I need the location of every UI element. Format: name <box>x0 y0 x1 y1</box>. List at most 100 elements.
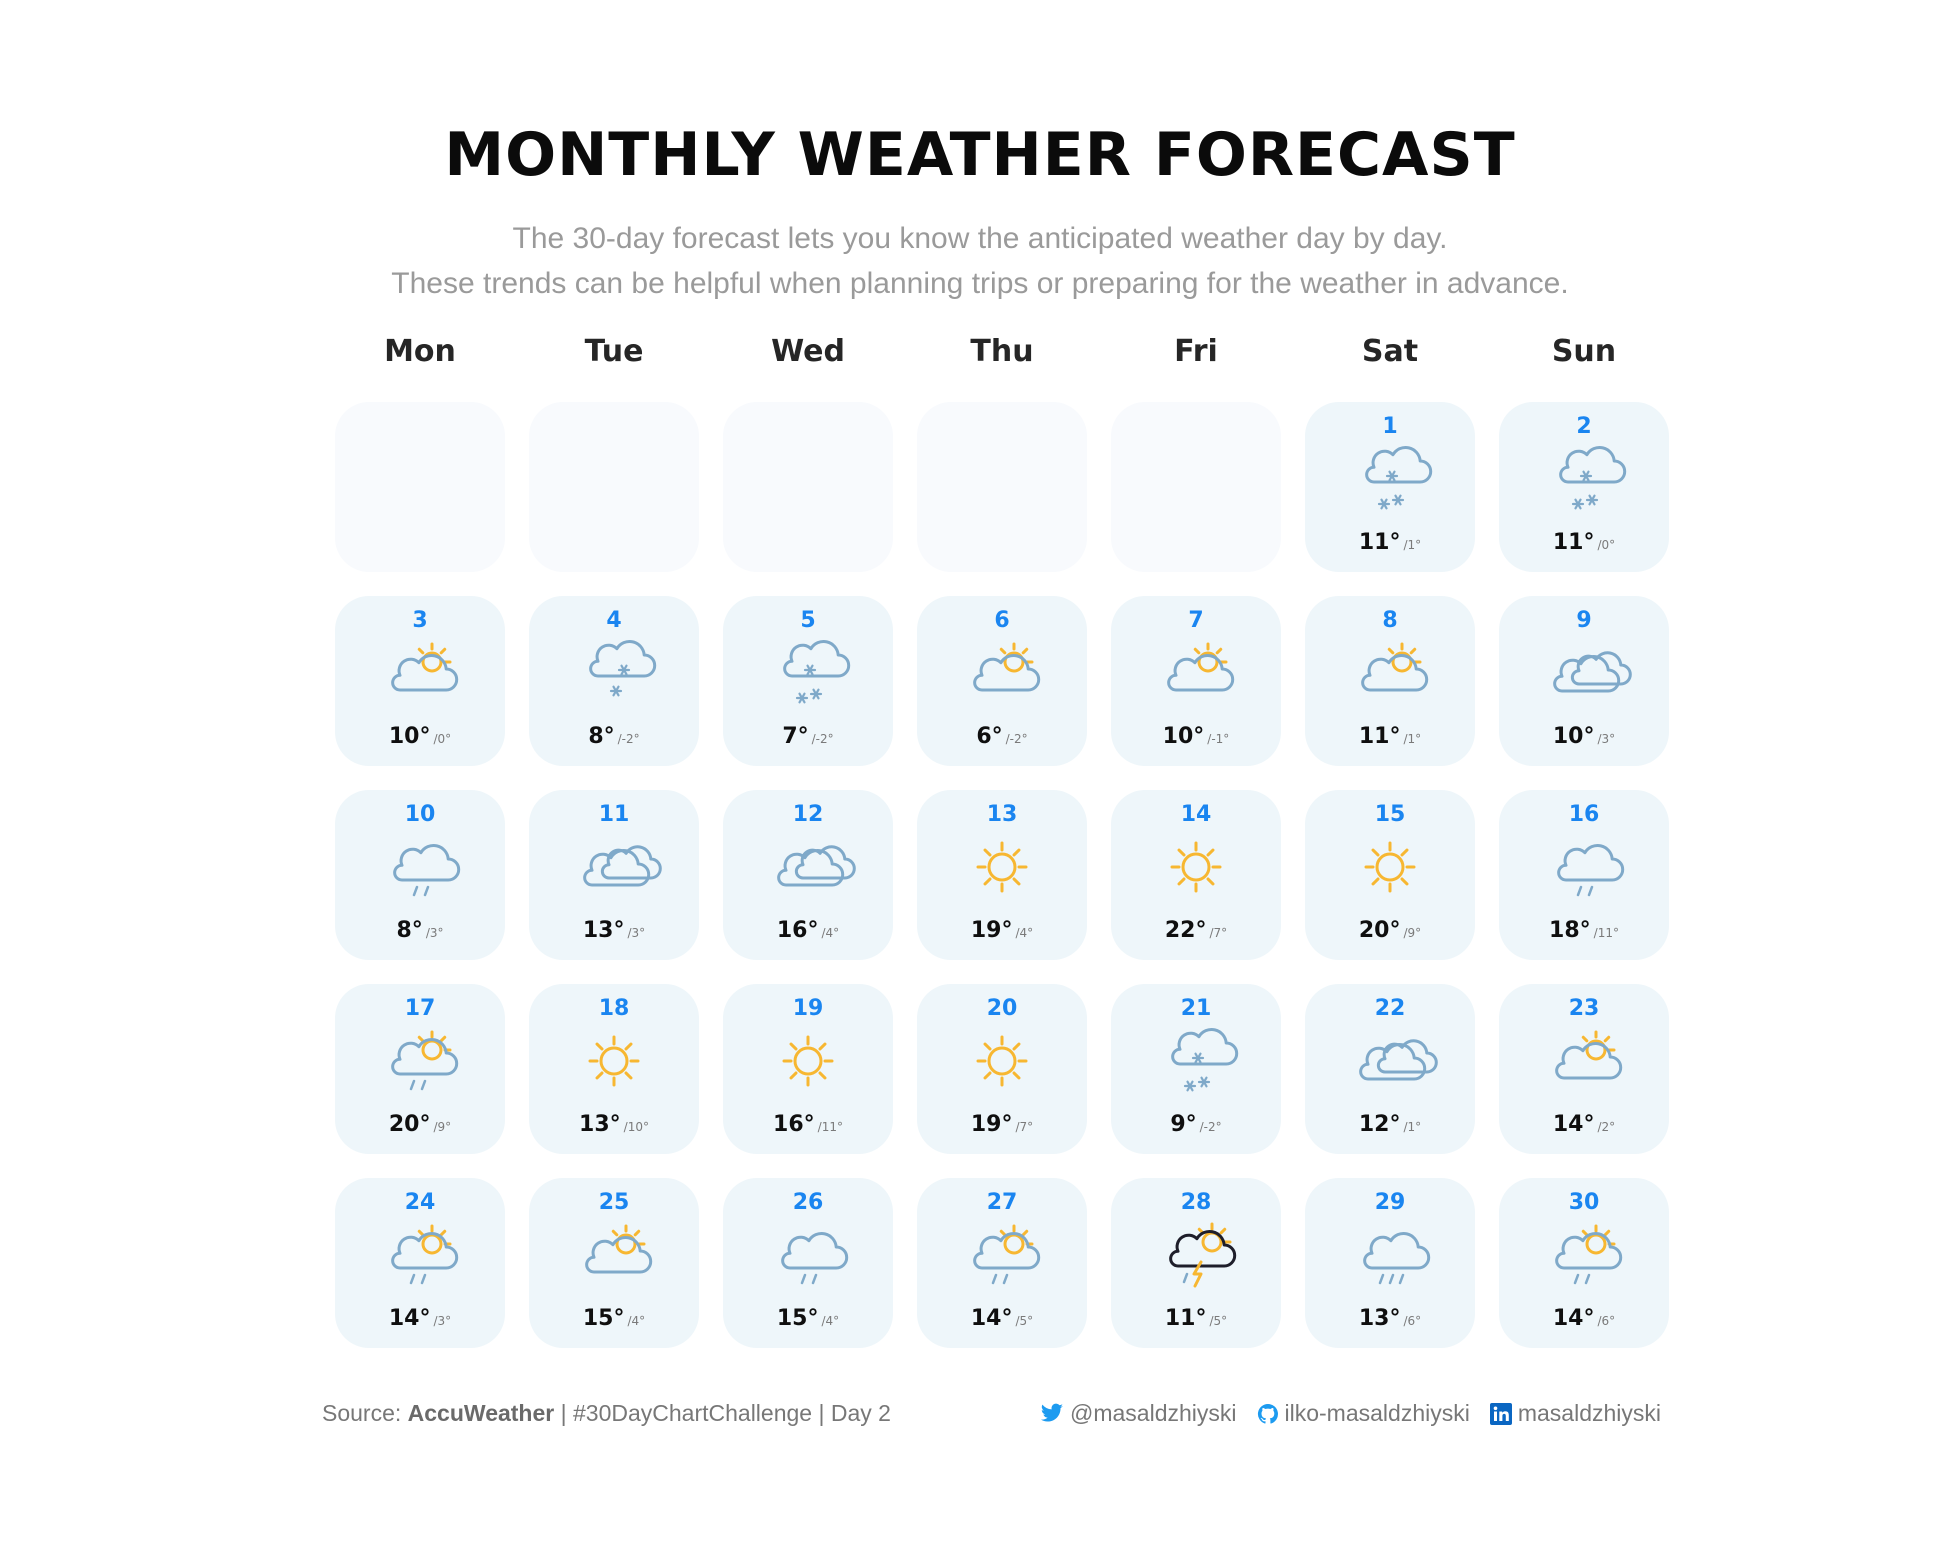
raindrop <box>991 1273 998 1285</box>
temperature-range: 10°/-1° <box>1111 724 1281 749</box>
rain-icon <box>1557 843 1625 897</box>
day-number: 19 <box>792 996 824 1021</box>
social-links: @masaldzhiyski ilko-masaldzhiyski masald… <box>1040 1400 1661 1427</box>
linkedin-link[interactable]: masaldzhiyski <box>1489 1400 1661 1427</box>
low-temp: /0° <box>433 732 452 746</box>
weekday-header-6: Sun <box>1551 334 1617 369</box>
partly-cloudy-icon <box>1361 642 1429 692</box>
low-temp: /6° <box>1597 1314 1616 1328</box>
low-temp: /4° <box>627 1314 646 1328</box>
sun-icon <box>976 1035 1028 1087</box>
temperature-range: 8°/-2° <box>529 724 699 749</box>
empty-day-cell <box>335 402 505 572</box>
raindrop <box>420 1273 427 1285</box>
partly-cloudy-icon <box>1555 1030 1623 1080</box>
twitter-icon <box>1040 1403 1063 1421</box>
weekday-header-3: Thu <box>970 334 1034 369</box>
temperature-range: 11°/1° <box>1305 530 1475 555</box>
day-number: 8 <box>1382 608 1398 633</box>
high-temp: 10° <box>388 724 431 749</box>
subtitle-line-1: The 30-day forecast lets you know the an… <box>512 222 1448 255</box>
day-number: 21 <box>1180 996 1212 1021</box>
cloud-icon <box>1365 445 1433 484</box>
twitter-link[interactable]: @masaldzhiyski <box>1040 1400 1237 1427</box>
github-link[interactable]: ilko-masaldzhiyski <box>1257 1400 1470 1427</box>
source-name: AccuWeather <box>407 1400 555 1426</box>
day-cell: 25 15°/4° <box>529 1178 699 1348</box>
day-cell: 7 10°/-1° <box>1111 596 1281 766</box>
weekday-header-2: Wed <box>771 334 845 369</box>
day-number: 10 <box>404 802 436 827</box>
day-number: 26 <box>792 1190 824 1215</box>
cloud-icon <box>1363 1231 1431 1270</box>
raindrop <box>1576 885 1583 897</box>
high-temp: 8° <box>396 918 423 943</box>
day-cell: 13 19°/4° <box>917 790 1087 960</box>
high-temp: 20° <box>1358 918 1401 943</box>
low-temp: /3° <box>627 926 646 940</box>
weekday-header-1: Tue <box>584 334 644 369</box>
temperature-range: 19°/4° <box>917 918 1087 943</box>
temperature-range: 11°/1° <box>1305 724 1475 749</box>
temperature-range: 14°/6° <box>1499 1306 1669 1331</box>
weekday-header-5: Sat <box>1361 334 1419 369</box>
day-number: 28 <box>1180 1190 1212 1215</box>
cloud-icon <box>781 1231 849 1270</box>
rain-heavy-icon <box>1363 1231 1431 1285</box>
raindrop <box>409 1273 416 1285</box>
raindrop <box>423 885 430 897</box>
temperature-range: 11°/0° <box>1499 530 1669 555</box>
raindrop <box>1398 1273 1405 1285</box>
day-number: 12 <box>792 802 824 827</box>
source-suffix: | #30DayChartChallenge | Day 2 <box>554 1400 891 1426</box>
github-handle: ilko-masaldzhiyski <box>1284 1400 1470 1426</box>
low-temp: /1° <box>1403 1120 1422 1134</box>
day-cell: 8 11°/1° <box>1305 596 1475 766</box>
high-temp: 22° <box>1164 918 1207 943</box>
temperature-range: 22°/7° <box>1111 918 1281 943</box>
sun-icon <box>976 841 1028 893</box>
day-number: 25 <box>598 1190 630 1215</box>
day-number: 24 <box>404 1190 436 1215</box>
temperature-range: 18°/11° <box>1499 918 1669 943</box>
day-cell: 4 8°/-2° <box>529 596 699 766</box>
day-cell: 20 19°/7° <box>917 984 1087 1154</box>
high-temp: 15° <box>776 1306 819 1331</box>
high-temp: 15° <box>582 1306 625 1331</box>
day-cell: 18 13°/10° <box>529 984 699 1154</box>
day-cell: 21 9°/-2° <box>1111 984 1281 1154</box>
cloud-icon <box>1171 1027 1239 1066</box>
raindrop <box>1587 885 1594 897</box>
day-cell: 23 14°/2° <box>1499 984 1669 1154</box>
snow-icon <box>783 639 851 704</box>
high-temp: 6° <box>976 724 1003 749</box>
day-cell: 3 10°/0° <box>335 596 505 766</box>
weekday-header-4: Fri <box>1174 334 1218 369</box>
raindrop <box>1002 1273 1009 1285</box>
partly-cloudy-icon <box>585 1224 653 1274</box>
cloud-icon <box>1169 1229 1237 1268</box>
low-temp: /6° <box>1403 1314 1422 1328</box>
sun-icon <box>782 1035 834 1087</box>
day-cell: 6 6°/-2° <box>917 596 1087 766</box>
day-cell: 26 15°/4° <box>723 1178 893 1348</box>
snowflake-icon <box>1197 1076 1211 1088</box>
cloud-icon <box>1555 1231 1623 1270</box>
day-number: 27 <box>986 1190 1018 1215</box>
day-cell: 29 13°/6° <box>1305 1178 1475 1348</box>
high-temp: 14° <box>388 1306 431 1331</box>
low-temp: /2° <box>1597 1120 1616 1134</box>
day-number: 16 <box>1568 802 1600 827</box>
cloudy-icon <box>1553 651 1632 693</box>
high-temp: 11° <box>1358 530 1401 555</box>
high-temp: 18° <box>1549 918 1591 943</box>
empty-day-cell <box>917 402 1087 572</box>
snow-icon <box>1365 445 1433 510</box>
high-temp: 10° <box>1552 724 1595 749</box>
snowflake-icon <box>1377 498 1391 510</box>
low-temp: /1° <box>1403 732 1422 746</box>
twitter-handle: @masaldzhiyski <box>1070 1400 1237 1426</box>
partly-cloudy-rain-icon <box>1555 1224 1623 1285</box>
sun-icon <box>1197 1222 1232 1253</box>
sun-icon <box>1364 841 1416 893</box>
